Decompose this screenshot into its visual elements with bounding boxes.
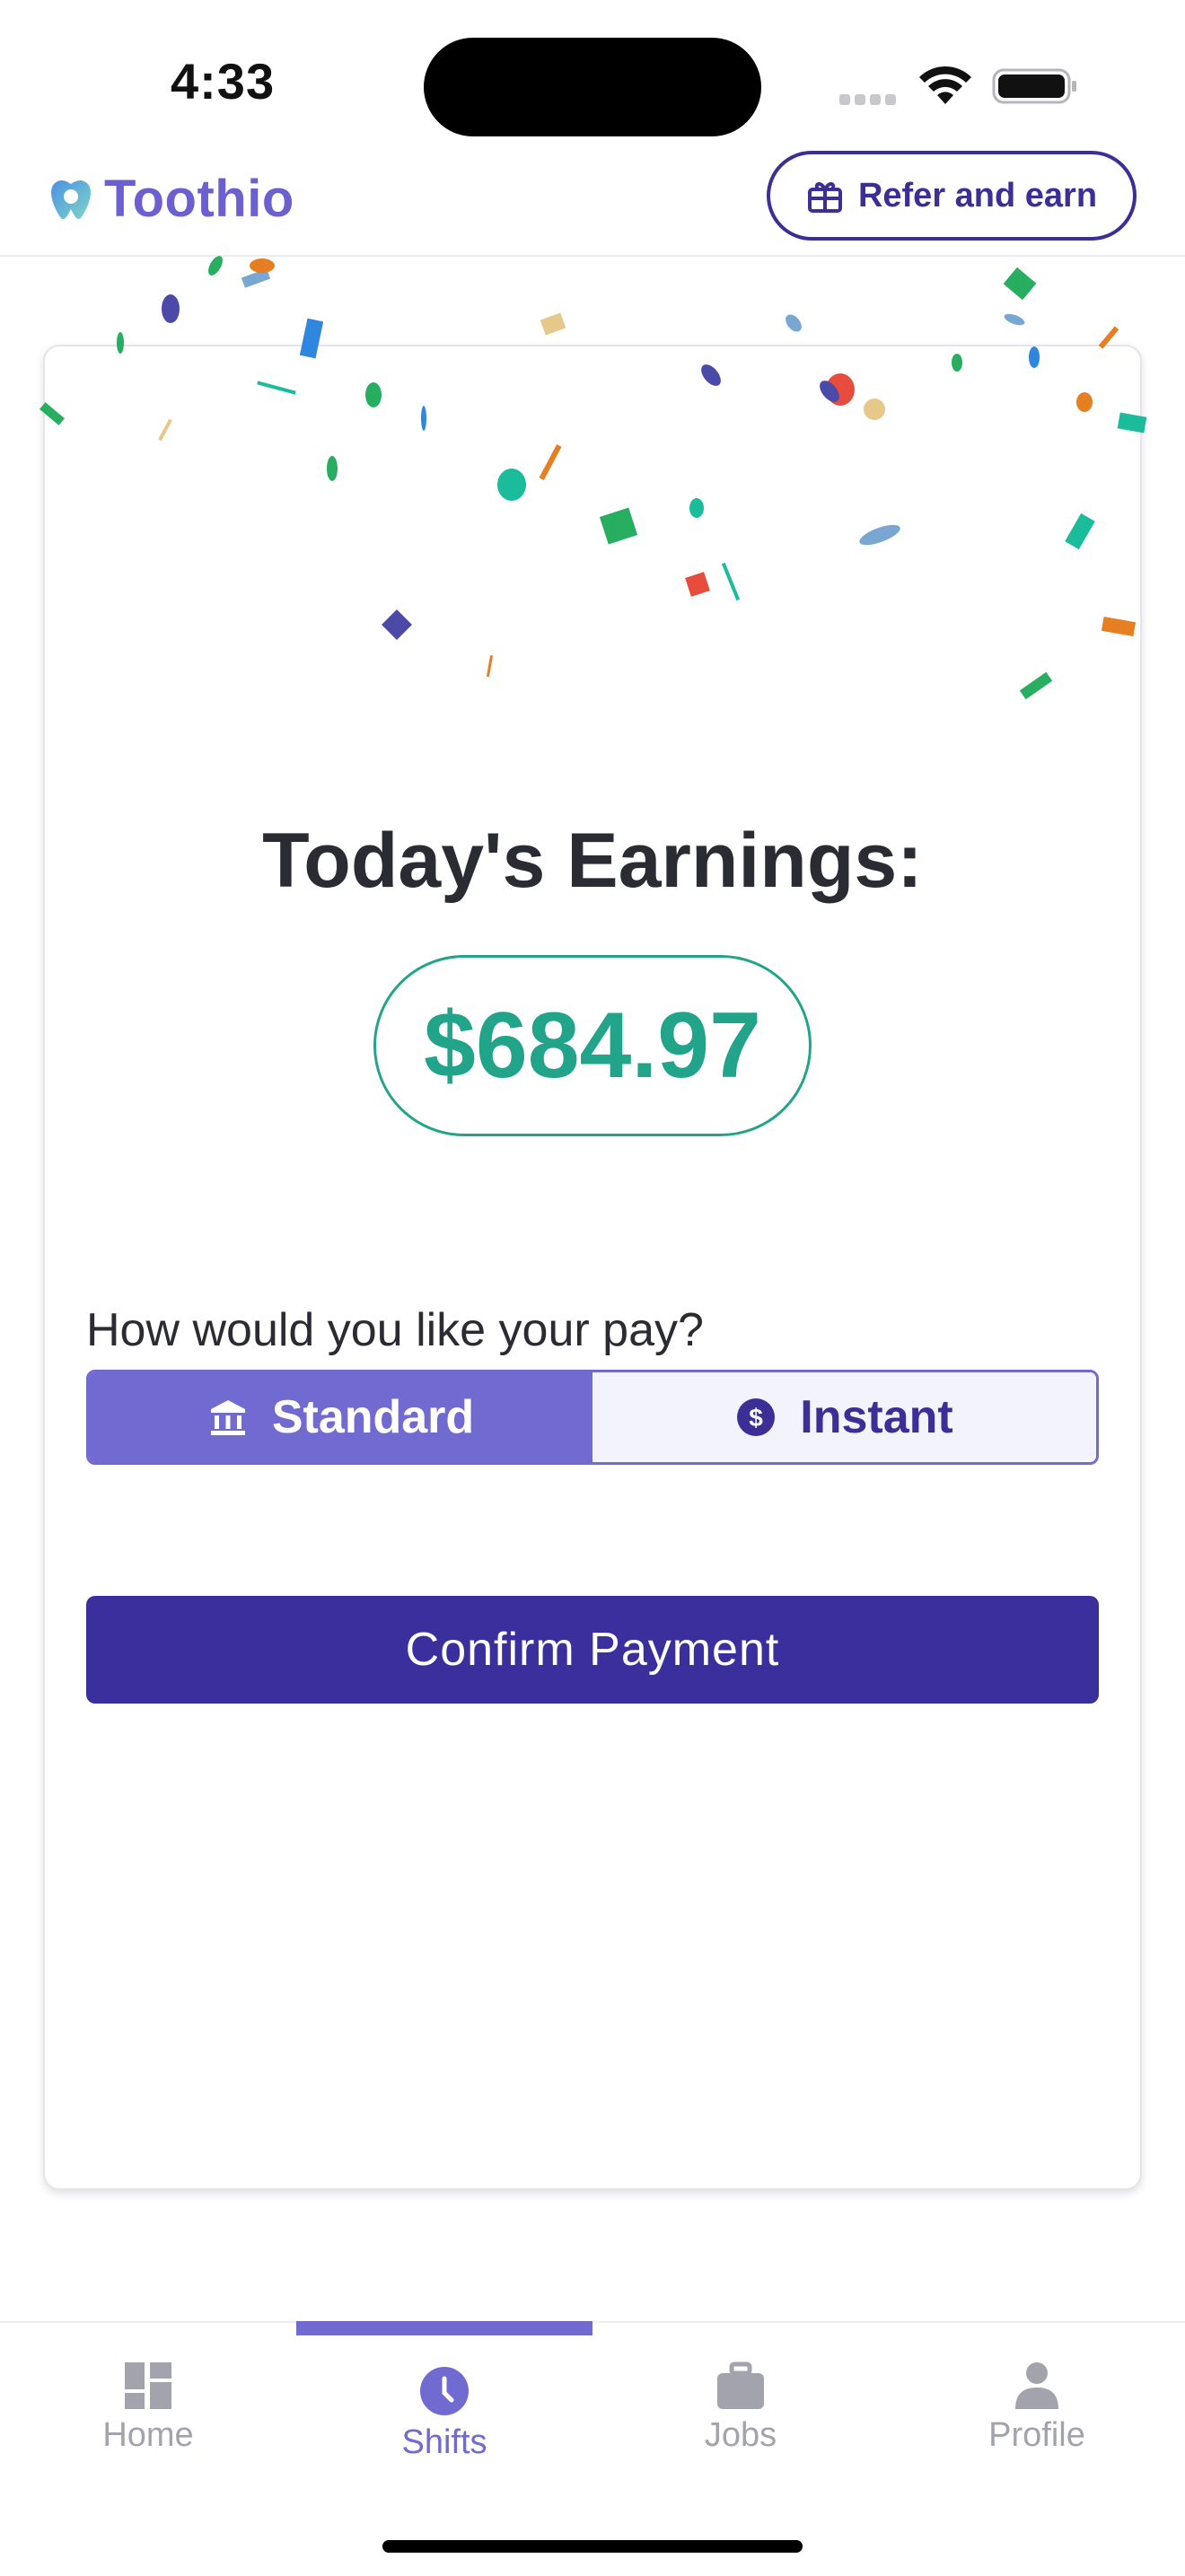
confirm-payment-button[interactable]: Confirm Payment: [86, 1596, 1099, 1704]
bank-icon: [210, 1400, 245, 1435]
person-icon: [1015, 2362, 1058, 2409]
dashboard-icon: [125, 2362, 171, 2409]
battery-icon: [992, 68, 1076, 104]
tab-shifts[interactable]: Shifts: [296, 2323, 592, 2475]
tab-jobs-label: Jobs: [704, 2416, 777, 2454]
toothio-logo[interactable]: Toothio: [47, 169, 294, 229]
instant-pay-option[interactable]: $ Instant: [592, 1372, 1096, 1462]
dynamic-island: [424, 38, 761, 136]
tab-profile[interactable]: Profile: [889, 2323, 1185, 2475]
tab-shifts-label: Shifts: [401, 2423, 487, 2461]
earnings-amount: $684.97: [373, 955, 812, 1136]
tab-profile-label: Profile: [988, 2416, 1085, 2454]
brand-name: Toothio: [104, 170, 294, 228]
cellular-signal-icon: [839, 93, 902, 105]
tab-jobs[interactable]: Jobs: [592, 2323, 889, 2475]
earnings-title: Today's Earnings:: [262, 818, 923, 904]
standard-pay-option[interactable]: Standard: [89, 1372, 592, 1462]
status-bar: 4:33: [0, 0, 1185, 144]
status-time: 4:33: [171, 53, 276, 110]
clock-icon: [420, 2367, 469, 2415]
app-header: Toothio Refer and earn: [0, 144, 1185, 257]
tab-home-label: Home: [102, 2416, 194, 2454]
bottom-tab-bar: Home Shifts Jobs Profile: [0, 2321, 1185, 2576]
earnings-card: [43, 345, 1142, 2190]
gift-icon: [807, 182, 842, 213]
tab-home[interactable]: Home: [0, 2323, 296, 2475]
wifi-icon: [919, 66, 971, 104]
svg-text:$: $: [749, 1404, 763, 1432]
pay-method-toggle: Standard $ Instant: [86, 1370, 1099, 1465]
tooth-logo-icon: [51, 180, 91, 219]
home-indicator[interactable]: [382, 2540, 803, 2553]
refer-and-earn-button[interactable]: Refer and earn: [767, 151, 1137, 241]
standard-pay-label: Standard: [271, 1391, 475, 1443]
dollar-coin-icon: $: [737, 1398, 776, 1436]
refer-and-earn-label: Refer and earn: [857, 176, 1098, 215]
pay-method-question: How would you like your pay?: [86, 1304, 704, 1356]
instant-pay-label: Instant: [800, 1391, 953, 1443]
briefcase-icon: [717, 2361, 764, 2409]
